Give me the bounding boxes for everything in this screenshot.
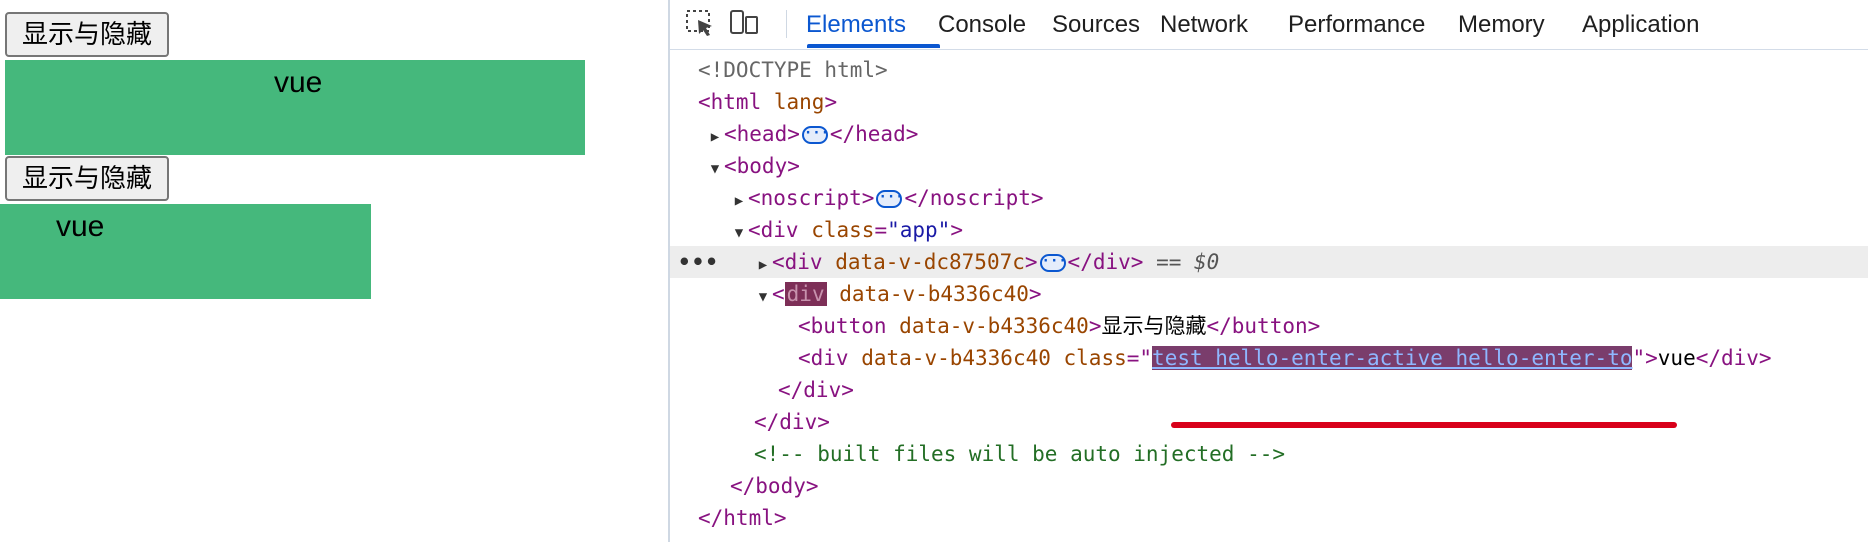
dom-tree: <!DOCTYPE html> <html lang> ▶ <head> ···</… [670, 50, 1868, 542]
html-attr: lang [773, 90, 825, 114]
tree-row-div2-close[interactable]: </div> [670, 374, 1868, 406]
expanded-caret-icon[interactable]: ▼ [730, 217, 748, 249]
tab-memory[interactable]: Memory [1458, 0, 1545, 49]
html-close-tag: </html> [698, 506, 787, 530]
tab-elements[interactable]: Elements [806, 0, 906, 49]
ellipsis-icon[interactable]: ··· [1039, 254, 1067, 272]
tree-row-comment[interactable]: <!-- built files will be auto injected -… [670, 438, 1868, 470]
expanded-caret-icon[interactable]: ▼ [706, 153, 724, 185]
tree-row-div-b4336c40[interactable]: ▼ <div data-v-b4336c40> [670, 278, 1868, 310]
button-attr: data-v-b4336c40 [899, 314, 1089, 338]
inspect-element-icon[interactable] [684, 8, 718, 38]
toggle-button-1[interactable]: 显示与隐藏 [5, 12, 170, 57]
tree-row-doctype[interactable]: <!DOCTYPE html> [670, 54, 1868, 86]
collapsed-caret-icon[interactable]: ▶ [706, 121, 724, 153]
devtools-panel: Elements Console Sources Network Perform… [668, 0, 1868, 542]
vue-box-2-text: vue [56, 210, 105, 243]
tab-network[interactable]: Network [1160, 0, 1248, 49]
tab-sources[interactable]: Sources [1052, 0, 1140, 49]
inner-div-text-node: vue [1657, 346, 1696, 370]
tree-row-head[interactable]: ▶ <head> ···</head> [670, 118, 1868, 150]
button-close-tag: </button> [1206, 314, 1321, 338]
inner-div-open-tag: <div [798, 346, 849, 370]
collapsed-caret-icon[interactable]: ▶ [754, 249, 772, 281]
tree-row-inner-div[interactable]: <div data-v-b4336c40 class="test hello-e… [670, 342, 1868, 374]
button-open-tag: <button [798, 314, 887, 338]
inner-div-attrs: data-v-b4336c40 class [861, 346, 1127, 370]
body-close-tag: </body> [730, 474, 819, 498]
device-toolbar-icon[interactable] [727, 8, 761, 38]
active-tab-indicator [807, 44, 940, 48]
page-preview: 显示与隐藏 vue 显示与隐藏 vue [0, 0, 668, 542]
div2-attr: data-v-b4336c40 [839, 282, 1029, 306]
toolbar-divider [786, 10, 787, 38]
div-app-attr: class [811, 218, 875, 242]
more-options-icon[interactable]: ••• [678, 246, 719, 278]
selected-node-marker: == $0 [1156, 250, 1220, 274]
doctype-text: <!DOCTYPE html> [698, 58, 888, 82]
div2-tag-highlight: div [784, 282, 827, 306]
div2-gt: > [1028, 282, 1042, 306]
head-close-tag: </head> [829, 122, 919, 146]
ellipsis-icon[interactable]: ··· [801, 126, 829, 144]
tab-performance[interactable]: Performance [1288, 0, 1425, 49]
head-open-tag: <head> [724, 122, 800, 146]
div2-lt: < [772, 282, 785, 306]
div1-attr: data-v-dc87507c [835, 250, 1025, 274]
button-text-node: 显示与隐藏 [1101, 314, 1207, 338]
collapsed-caret-icon[interactable]: ▶ [730, 185, 748, 217]
tab-application[interactable]: Application [1582, 0, 1699, 49]
vue-box-2: vue [0, 204, 371, 299]
vue-box-1: vue [5, 60, 585, 155]
expanded-caret-icon[interactable]: ▼ [754, 281, 772, 313]
div1-open-tag: <div [772, 250, 823, 274]
tree-row-body-close[interactable]: </body> [670, 470, 1868, 502]
annotation-red-underline [1171, 422, 1677, 428]
noscript-close-tag: </noscript> [904, 186, 1044, 210]
tree-row-div-app[interactable]: ▼ <div class="app"> [670, 214, 1868, 246]
devtools-tabbar: Elements Console Sources Network Perform… [670, 0, 1868, 50]
toggle-button-2[interactable]: 显示与隐藏 [5, 156, 170, 201]
div-app-value: "app" [887, 218, 951, 242]
div1-close-tag: </div> [1067, 250, 1144, 274]
noscript-open-tag: <noscript> [748, 186, 875, 210]
tree-row-div-selected[interactable]: ••• ▶ <div data-v-dc87507c> ···</div> == $… [670, 246, 1868, 278]
tree-row-noscript[interactable]: ▶ <noscript> ···</noscript> [670, 182, 1868, 214]
tree-row-html[interactable]: <html lang> [670, 86, 1868, 118]
tab-console[interactable]: Console [938, 0, 1026, 49]
html-comment: <!-- built files will be auto injected -… [754, 442, 1286, 466]
tree-row-html-close[interactable]: </html> [670, 502, 1868, 534]
inner-div-close-tag: </div> [1695, 346, 1772, 370]
tree-row-button[interactable]: <button data-v-b4336c40>显示与隐藏</button> [670, 310, 1868, 342]
div-app-open-tag: <div [748, 218, 799, 242]
div-app-close-tag: </div> [754, 410, 830, 434]
vue-box-1-text: vue [274, 66, 323, 99]
inner-div-class-highlight: test hello-enter-active hello-enter-to [1152, 346, 1633, 370]
div2-close-tag: </div> [778, 378, 854, 402]
tree-row-body[interactable]: ▼ <body> [670, 150, 1868, 182]
ellipsis-icon[interactable]: ··· [876, 190, 904, 208]
body-open-tag: <body> [724, 154, 800, 178]
html-open-tag: <html [698, 90, 762, 114]
